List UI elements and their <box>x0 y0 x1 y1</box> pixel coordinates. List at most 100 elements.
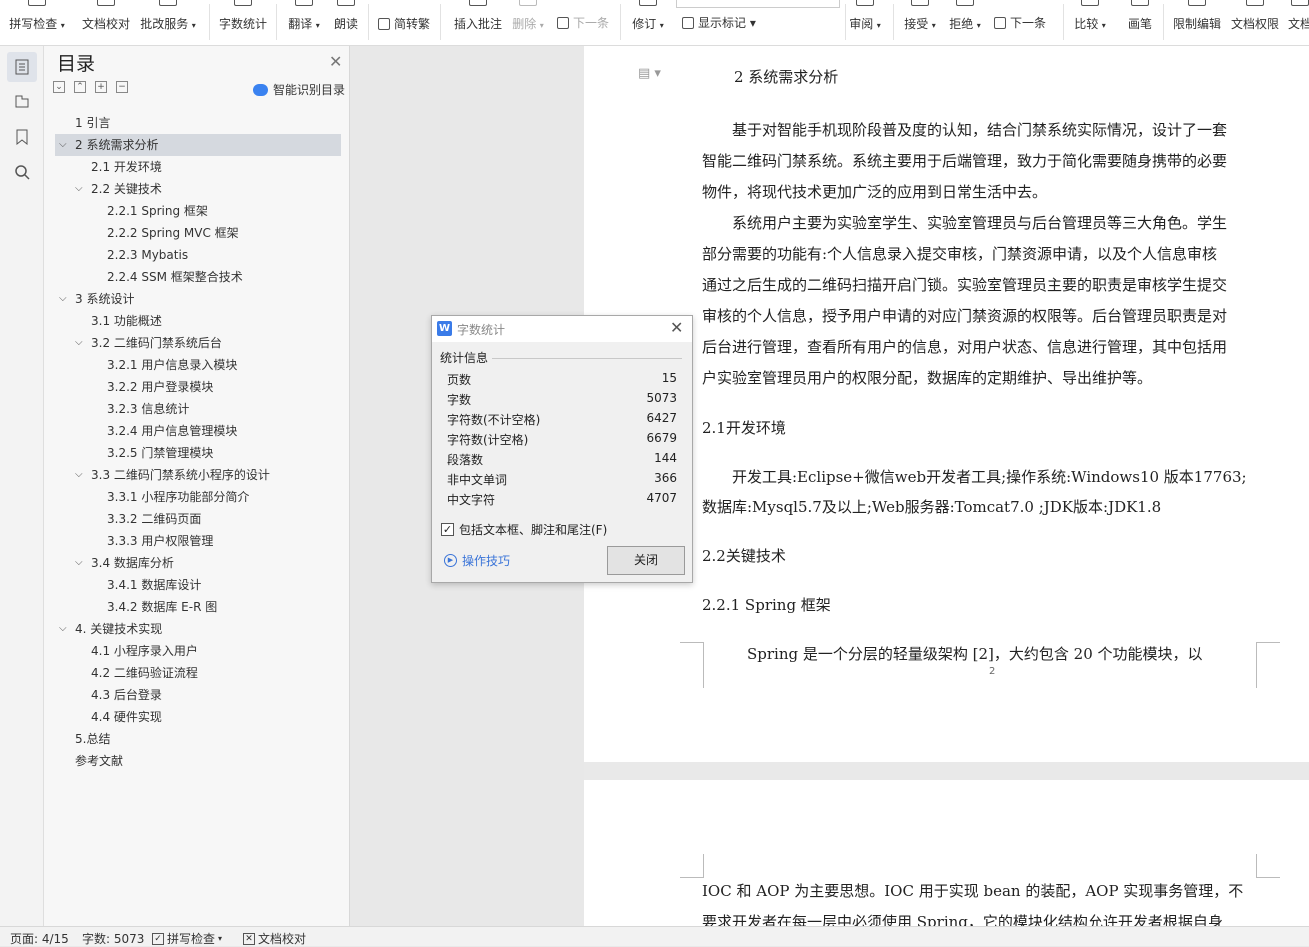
toc-item[interactable]: 4.2 二维码验证流程 <box>55 662 341 684</box>
ribbon-label: 文档 <box>1287 17 1309 31</box>
toc-item[interactable]: 3.1 功能概述 <box>55 310 341 332</box>
ribbon-toolbar: 拼写检查 ▾ 文档校对 批改服务 ▾ 字数统计 翻译 ▾ 朗读 插入批注 删除 ▾ 修订 ▾ 审阅… <box>0 0 1309 46</box>
ribbon-label: 画笔 <box>1127 17 1152 31</box>
simp-trad-button[interactable]: 简转繁 <box>378 15 430 32</box>
ribbon-btn-1[interactable]: 文档校对 <box>76 0 136 45</box>
next-revision-button[interactable]: 下一条 <box>994 14 1046 31</box>
close-icon[interactable]: ✕ <box>670 318 683 337</box>
toc-item[interactable]: 3.3.1 小程序功能部分简介 <box>55 486 341 508</box>
chevron-down-icon[interactable]: ⌵ <box>59 618 67 640</box>
toc-item-label: 3.1 功能概述 <box>91 314 162 328</box>
ribbon-label: 拒绝 ▾ <box>949 17 981 31</box>
chevron-down-icon[interactable]: ⌵ <box>59 134 67 156</box>
next-comment-button[interactable]: 下一条 <box>557 14 609 31</box>
ribbon-btn-7[interactable]: 删除 ▾ <box>498 0 558 45</box>
ribbon-btn-14[interactable]: 限制编辑 <box>1167 0 1227 45</box>
toc-item[interactable]: 4.4 硬件实现 <box>55 706 341 728</box>
toc-icon[interactable] <box>7 52 37 82</box>
toc-item-label: 4.1 小程序录入用户 <box>91 644 198 658</box>
toc-item[interactable]: ⌵ 3.3 二维码门禁系统小程序的设计 <box>55 464 341 486</box>
ribbon-btn-8[interactable]: 修订 ▾ <box>618 0 678 45</box>
doc-heading: 2 系统需求分析 <box>734 68 839 86</box>
ribbon-btn-0[interactable]: 拼写检查 ▾ <box>7 0 67 45</box>
toc-item[interactable]: 3.3.2 二维码页面 <box>55 508 341 530</box>
stat-label: 段落数 <box>447 453 484 467</box>
doc-paragraph-line: 部分需要的功能有:个人信息录入提交审核，门禁资源申请，以及个人信息审核 <box>702 245 1218 263</box>
ribbon-separator <box>1163 4 1164 40</box>
ribbon-btn-9[interactable]: 审阅 ▾ <box>835 0 895 45</box>
dialog-title: 字数统计 <box>457 323 506 337</box>
toc-item[interactable]: ⌵ 3.2 二维码门禁系统后台 <box>55 332 341 354</box>
toc-item[interactable]: 3.2.3 信息统计 <box>55 398 341 420</box>
ribbon-label: 朗读 <box>333 17 358 31</box>
toc-item[interactable]: 3.4.2 数据库 E-R 图 <box>55 596 341 618</box>
spell-check-label: 拼写检查 <box>167 932 216 946</box>
toc-item[interactable]: 2.2.4 SSM 框架整合技术 <box>55 266 341 288</box>
toc-item[interactable]: 2.1 开发环境 <box>55 156 341 178</box>
chevron-down-icon[interactable]: ⌵ <box>75 332 83 354</box>
toc-item[interactable]: 3.3.3 用户权限管理 <box>55 530 341 552</box>
toc-item[interactable]: 1 引言 <box>55 112 341 134</box>
doc-heading: 2.2.1 Spring 框架 <box>702 596 831 614</box>
ribbon-icon <box>557 16 569 29</box>
add-icon[interactable]: + <box>95 81 107 93</box>
doc-format-icon[interactable]: ▤ ▾ <box>638 66 661 81</box>
ribbon-btn-2[interactable]: 批改服务 ▾ <box>138 0 198 45</box>
bookmark-icon[interactable] <box>7 122 37 152</box>
ribbon-icon <box>911 0 929 6</box>
toc-item[interactable]: ⌵ 2 系统需求分析 <box>55 134 341 156</box>
toc-item[interactable]: 2.2.3 Mybatis <box>55 244 341 266</box>
remove-icon[interactable]: − <box>116 81 128 93</box>
toc-item-label: 2.1 开发环境 <box>91 160 162 174</box>
divider <box>492 358 682 359</box>
toc-item[interactable]: ⌵ 3.4 数据库分析 <box>55 552 341 574</box>
spell-check-status[interactable]: ✓ 拼写检查 ▾ <box>152 930 222 947</box>
tips-link[interactable]: ▶ 操作技巧 <box>444 552 510 569</box>
word-count-indicator[interactable]: 字数: 5073 <box>82 930 144 947</box>
toc-item[interactable]: ⌵ 2.2 关键技术 <box>55 178 341 200</box>
ribbon-btn-16[interactable]: 文档 <box>1270 0 1309 45</box>
toc-item-label: 5.总结 <box>75 732 111 746</box>
chevron-down-icon[interactable]: ⌵ <box>75 464 83 486</box>
ribbon-btn-3[interactable]: 字数统计 <box>213 0 273 45</box>
toc-item[interactable]: 2.2.2 Spring MVC 框架 <box>55 222 341 244</box>
stat-value: 15 <box>661 371 677 385</box>
include-textbox-checkbox[interactable]: ✓ 包括文本框、脚注和尾注(F) <box>441 521 607 538</box>
ribbon-icon <box>159 0 177 6</box>
ribbon-btn-13[interactable]: 画笔 <box>1110 0 1170 45</box>
chevron-down-icon[interactable]: ⌵ <box>75 178 83 200</box>
show-marks-button[interactable]: 显示标记 ▾ <box>682 14 756 31</box>
smart-toc-button[interactable]: 智能识别目录 <box>252 81 345 98</box>
chevron-down-icon[interactable]: ⌵ <box>59 288 67 310</box>
toc-item[interactable]: ⌵ 3 系统设计 <box>55 288 341 310</box>
checkbox-label: 包括文本框、脚注和尾注(F) <box>459 523 608 537</box>
display-mode-select[interactable] <box>676 0 840 8</box>
toc-item-label: 3.3 二维码门禁系统小程序的设计 <box>91 468 270 482</box>
toc-item[interactable]: 3.2.4 用户信息管理模块 <box>55 420 341 442</box>
toc-item[interactable]: 4.1 小程序录入用户 <box>55 640 341 662</box>
stat-value: 6427 <box>646 411 677 425</box>
expand-all-icon[interactable]: ⌃ <box>74 81 86 93</box>
toc-item[interactable]: ⌵ 4. 关键技术实现 <box>55 618 341 640</box>
page-number: 2 <box>989 666 996 677</box>
toc-item[interactable]: 参考文献 <box>55 750 341 772</box>
stat-label: 字符数(不计空格) <box>447 413 541 427</box>
proof-status[interactable]: ✕ 文档校对 <box>243 930 306 947</box>
ribbon-separator <box>620 4 621 40</box>
chevron-down-icon[interactable]: ⌵ <box>75 552 83 574</box>
search-icon[interactable] <box>7 157 37 187</box>
ribbon-btn-11[interactable]: 拒绝 ▾ <box>935 0 995 45</box>
close-button[interactable]: 关闭 <box>607 546 685 575</box>
toc-item[interactable]: 3.2.2 用户登录模块 <box>55 376 341 398</box>
page-indicator[interactable]: 页面: 4/15 <box>10 930 69 947</box>
toc-item[interactable]: 3.2.5 门禁管理模块 <box>55 442 341 464</box>
collapse-all-icon[interactable]: ⌄ <box>53 81 65 93</box>
toc-item[interactable]: 5.总结 <box>55 728 341 750</box>
close-icon[interactable]: ✕ <box>329 52 342 71</box>
toc-item[interactable]: 3.4.1 数据库设计 <box>55 574 341 596</box>
toc-item[interactable]: 4.3 后台登录 <box>55 684 341 706</box>
ribbon-btn-5[interactable]: 朗读 <box>316 0 376 45</box>
toc-item[interactable]: 3.2.1 用户信息录入模块 <box>55 354 341 376</box>
chapter-icon[interactable] <box>7 86 37 116</box>
toc-item[interactable]: 2.2.1 Spring 框架 <box>55 200 341 222</box>
